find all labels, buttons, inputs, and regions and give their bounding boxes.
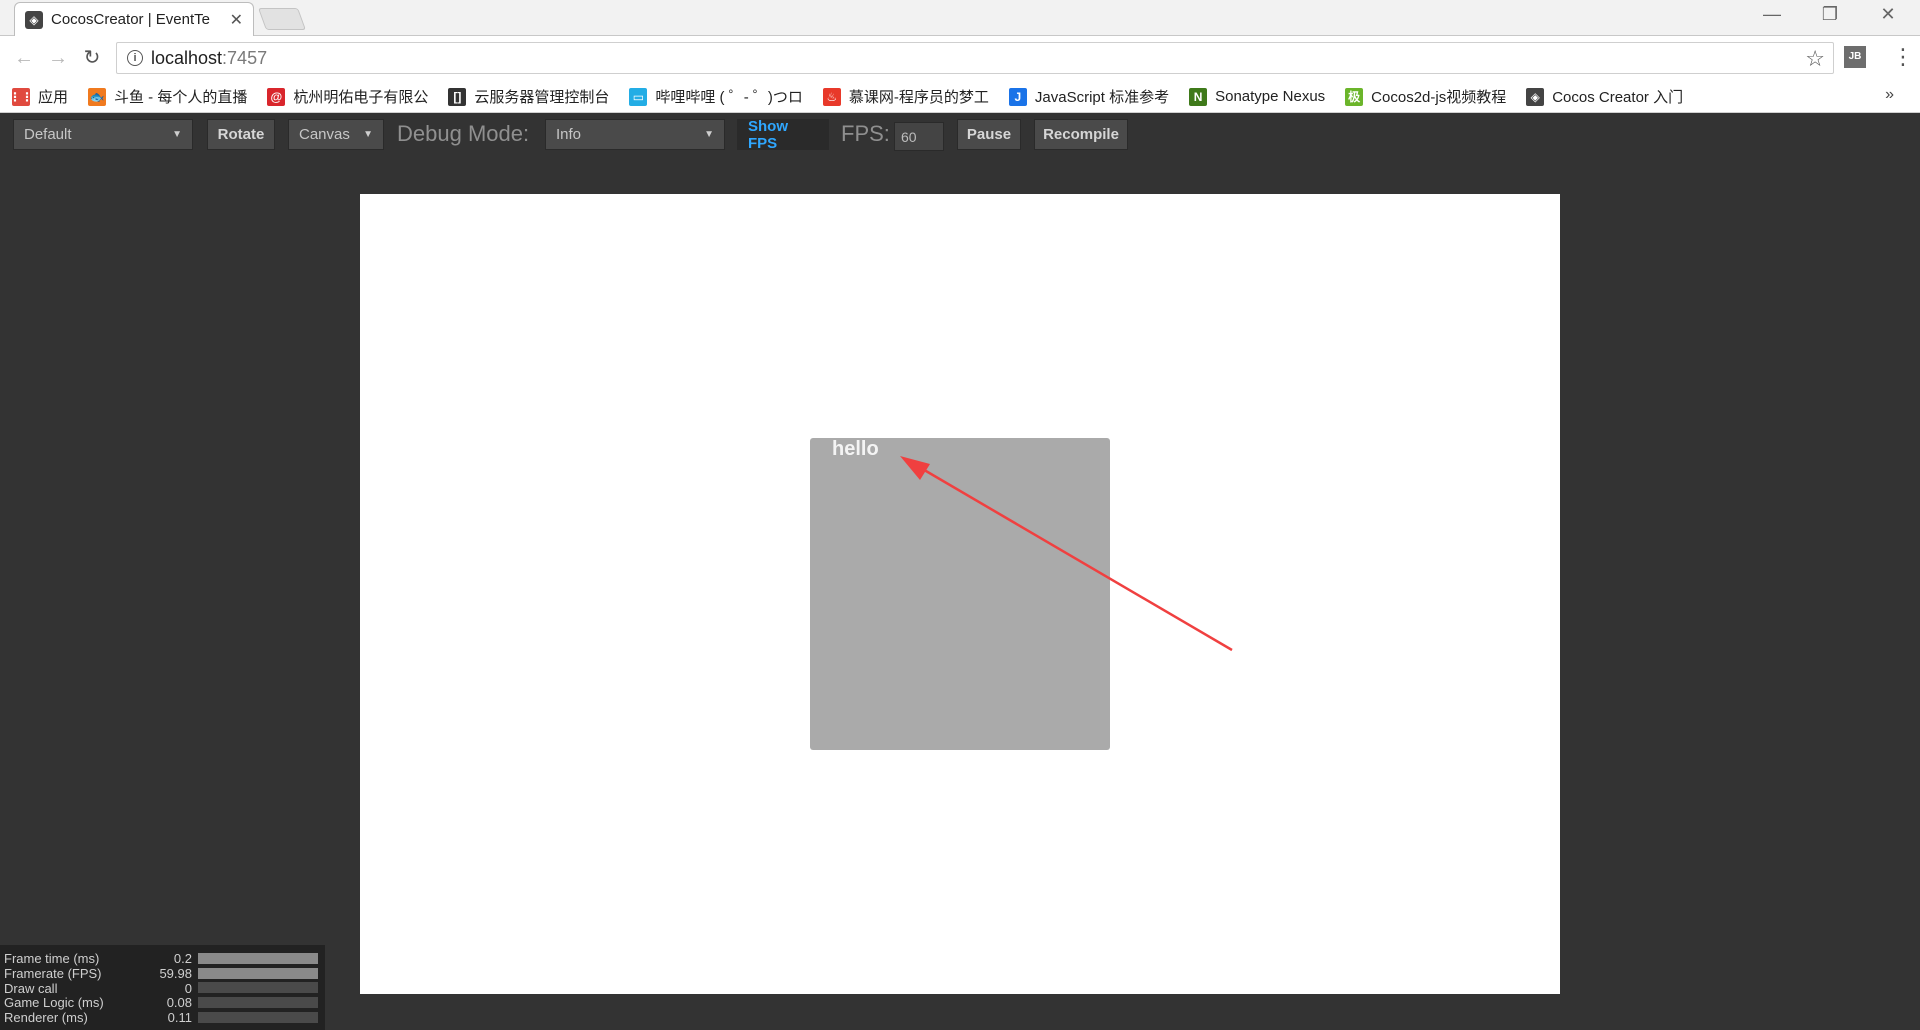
- pause-button[interactable]: Pause: [957, 119, 1021, 150]
- stat-value: 59.98: [159, 965, 192, 981]
- stat-value: 0.11: [167, 1010, 192, 1026]
- bookmarks-bar: ⋮⋮ 应用 🐟 斗鱼 - 每个人的直播 @ 杭州明佑电子有限公 [] 云服务器管理控制台 ▭ 哔哩…: [0, 81, 1920, 113]
- bookmark-item[interactable]: ♨ 慕课网-程序员的梦工: [822, 86, 989, 107]
- bookmark-item[interactable]: J JavaScript 标准参考: [1008, 86, 1170, 107]
- stat-label: Frame time (ms): [4, 950, 100, 966]
- bookmark-item[interactable]: @ 杭州明佑电子有限公: [267, 86, 428, 107]
- stat-bar: [198, 997, 318, 1009]
- fps-input[interactable]: 60: [894, 122, 944, 151]
- new-tab-button[interactable]: [257, 8, 307, 30]
- render-mode-value: Canvas: [299, 126, 350, 143]
- browser-tab[interactable]: ◈ CocosCreator | EventTe ✕: [14, 2, 254, 36]
- device-select-value: Default: [24, 126, 72, 143]
- preview-toolbar: Default ▼ Rotate Canvas ▼ Debug Mode: In…: [0, 113, 1920, 159]
- more-bookmarks-icon[interactable]: »: [1885, 86, 1894, 104]
- bookmark-item[interactable]: 极 Cocos2d-js视频教程: [1345, 86, 1506, 107]
- stat-label: Draw call: [4, 980, 58, 996]
- stat-value: 0.08: [166, 995, 192, 1011]
- fps-label: FPS:: [841, 121, 890, 146]
- stat-bar-fill: [198, 952, 318, 964]
- bookmark-item[interactable]: [] 云服务器管理控制台: [448, 86, 609, 107]
- annotation-arrow: [900, 456, 1233, 652]
- debug-mode-value: Info: [556, 126, 582, 143]
- douyu-icon: 🐟: [88, 87, 107, 106]
- stat-bar-fill: [198, 967, 318, 979]
- stat-bar: [198, 1012, 318, 1024]
- cocos-favicon-icon: ◈: [25, 10, 43, 29]
- tab-title: CocosCreator | EventTe: [51, 11, 210, 28]
- debug-mode-label: Debug Mode:: [397, 121, 530, 146]
- minimize-icon[interactable]: —: [1752, 4, 1792, 25]
- chevron-down-icon: ▼: [704, 129, 714, 140]
- bookmark-label: Sonatype Nexus: [1215, 88, 1326, 105]
- stat-bar: [198, 982, 318, 994]
- stat-bar: [198, 952, 318, 964]
- n-icon: N: [1189, 87, 1208, 106]
- stat-row: Frame time (ms) 0.2: [4, 951, 321, 966]
- fire-icon: ♨: [822, 87, 841, 106]
- stat-label: Renderer (ms): [4, 1010, 88, 1026]
- stat-bar: [198, 967, 318, 979]
- bookmark-item[interactable]: N Sonatype Nexus: [1189, 87, 1326, 106]
- back-icon[interactable]: ←: [10, 44, 38, 72]
- stat-value: 0.2: [173, 950, 192, 966]
- device-select[interactable]: Default ▼: [13, 119, 193, 150]
- url-port: :7457: [222, 47, 268, 68]
- at-icon: @: [267, 87, 286, 106]
- bookmark-item[interactable]: 🐟 斗鱼 - 每个人的直播: [88, 86, 247, 107]
- bilibili-icon: ▭: [629, 87, 648, 106]
- bookmark-item[interactable]: ◈ Cocos Creator 入门: [1526, 86, 1683, 107]
- bookmark-item[interactable]: ⋮⋮ 应用: [9, 86, 69, 107]
- site-info-icon[interactable]: i: [127, 50, 143, 66]
- restore-icon[interactable]: ❐: [1810, 4, 1850, 25]
- cocos-icon: ◈: [1526, 87, 1545, 106]
- chevron-down-icon: ▼: [363, 129, 373, 140]
- bookmark-label: 哔哩哔哩 ( ゜- ゜)つロ: [655, 89, 803, 106]
- stat-row: Draw call 0: [4, 981, 321, 996]
- reload-icon[interactable]: ↻: [78, 44, 106, 72]
- arrow-head: [900, 456, 930, 480]
- stats-panel: Frame time (ms) 0.2 Framerate (FPS) 59.98 Dr…: [0, 945, 325, 1030]
- bookmark-label: 应用: [38, 89, 69, 106]
- debug-mode-select[interactable]: Info ▼: [545, 119, 725, 150]
- bookmark-label: 云服务器管理控制台: [474, 89, 610, 106]
- stat-row: Renderer (ms) 0.11: [4, 1010, 321, 1025]
- game-canvas[interactable]: hello: [360, 194, 1560, 994]
- extension-jb-icon[interactable]: JB: [1844, 46, 1866, 68]
- tab-strip: ◈ CocosCreator | EventTe ✕ — ❐ ✕: [0, 0, 1920, 36]
- forward-icon[interactable]: →: [44, 44, 72, 72]
- bookmark-label: 杭州明佑电子有限公: [293, 89, 429, 106]
- bookmark-star-icon[interactable]: ☆: [1805, 46, 1825, 72]
- bookmark-label: JavaScript 标准参考: [1034, 89, 1170, 106]
- stat-row: Framerate (FPS) 59.98: [4, 966, 321, 981]
- url-input[interactable]: i localhost:7457 ☆: [116, 42, 1834, 74]
- show-fps-button[interactable]: Show FPS: [737, 118, 829, 152]
- chevron-down-icon: ▼: [172, 129, 182, 140]
- stat-row: Game Logic (ms) 0.08: [4, 995, 321, 1010]
- arrow-line: [913, 462, 1233, 652]
- j-icon: J: [1008, 87, 1027, 106]
- bookmark-label: 斗鱼 - 每个人的直播: [114, 89, 248, 106]
- stat-label: Game Logic (ms): [4, 995, 104, 1011]
- stat-value: 0: [184, 980, 192, 996]
- book-icon: 极: [1345, 87, 1364, 106]
- render-mode-select[interactable]: Canvas ▼: [288, 119, 384, 150]
- apps-grid-icon: ⋮⋮: [9, 87, 33, 106]
- bookmark-label: Cocos Creator 入门: [1552, 89, 1684, 106]
- bookmark-label: Cocos2d-js视频教程: [1371, 89, 1507, 106]
- browser-menu-icon[interactable]: ⋮: [1892, 44, 1914, 70]
- cloud-icon: []: [448, 87, 467, 106]
- stat-label: Framerate (FPS): [4, 965, 102, 981]
- close-window-icon[interactable]: ✕: [1868, 4, 1908, 25]
- url-host: localhost: [151, 47, 223, 68]
- recompile-button[interactable]: Recompile: [1034, 119, 1128, 150]
- address-bar-row: ← → ↻ i localhost:7457 ☆ JB ⋮: [0, 36, 1920, 81]
- rotate-button[interactable]: Rotate: [207, 119, 275, 150]
- bookmark-label: 慕课网-程序员的梦工: [848, 89, 989, 106]
- bookmark-item[interactable]: ▭ 哔哩哔哩 ( ゜- ゜)つロ: [629, 86, 803, 107]
- close-tab-icon[interactable]: ✕: [230, 10, 243, 30]
